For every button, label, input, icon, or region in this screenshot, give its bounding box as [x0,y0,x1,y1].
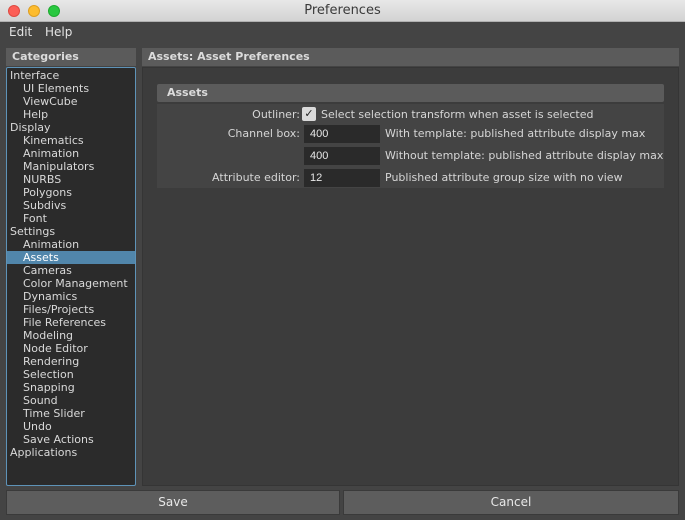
outliner-checkbox[interactable]: ✓ [302,107,316,121]
preferences-header: Assets: Asset Preferences [142,48,679,66]
window-title: Preferences [304,3,381,18]
menu-help[interactable]: Help [45,25,72,39]
categories-list[interactable]: Interface UI Elements ViewCube Help Display K… [6,67,136,486]
channel-box-with-template-input[interactable] [304,125,380,143]
outliner-label: Outliner: [252,108,300,121]
category-item[interactable]: Rendering [7,355,135,368]
category-item[interactable]: Animation [7,147,135,160]
title-bar: Preferences [0,0,685,22]
category-item[interactable]: Node Editor [7,342,135,355]
category-item[interactable]: Manipulators [7,160,135,173]
category-item[interactable]: Assets [7,251,135,264]
category-item[interactable]: Kinematics [7,134,135,147]
category-item[interactable]: Files/Projects [7,303,135,316]
save-button[interactable]: Save [6,490,340,515]
category-item[interactable]: Sound [7,394,135,407]
category-item[interactable]: Save Actions [7,433,135,446]
channel-box-label: Channel box: [227,127,300,140]
channel-box-without-template-input[interactable] [304,147,380,165]
category-item[interactable]: Selection [7,368,135,381]
attribute-editor-label: Attribute editor: [212,171,300,184]
category-item[interactable]: Color Management [7,277,135,290]
category-item[interactable]: Undo [7,420,135,433]
menu-edit[interactable]: Edit [9,25,32,39]
category-item[interactable]: Subdivs [7,199,135,212]
categories-header: Categories [6,48,136,66]
with-template-text: With template: published attribute displ… [385,127,646,140]
attribute-editor-input[interactable] [304,169,380,187]
category-item[interactable]: Time Slider [7,407,135,420]
category-item[interactable]: Font [7,212,135,225]
category-item[interactable]: Snapping [7,381,135,394]
without-template-text: Without template: published attribute di… [385,149,664,162]
assets-section-header[interactable]: Assets [157,84,664,102]
category-item[interactable]: Polygons [7,186,135,199]
category-item[interactable]: Dynamics [7,290,135,303]
category-item[interactable]: ViewCube [7,95,135,108]
category-item[interactable]: Interface [7,69,135,82]
menu-bar: Edit Help [0,22,685,43]
category-item[interactable]: Help [7,108,135,121]
attribute-editor-text: Published attribute group size with no v… [385,171,623,184]
category-item[interactable]: File References [7,316,135,329]
category-item[interactable]: NURBS [7,173,135,186]
cancel-button[interactable]: Cancel [343,490,679,515]
outliner-option-text: Select selection transform when asset is… [321,108,594,121]
category-item[interactable]: Settings [7,225,135,238]
category-item[interactable]: Animation [7,238,135,251]
category-item[interactable]: Modeling [7,329,135,342]
category-item[interactable]: Cameras [7,264,135,277]
category-item[interactable]: Applications [7,446,135,459]
category-item[interactable]: UI Elements [7,82,135,95]
category-item[interactable]: Display [7,121,135,134]
